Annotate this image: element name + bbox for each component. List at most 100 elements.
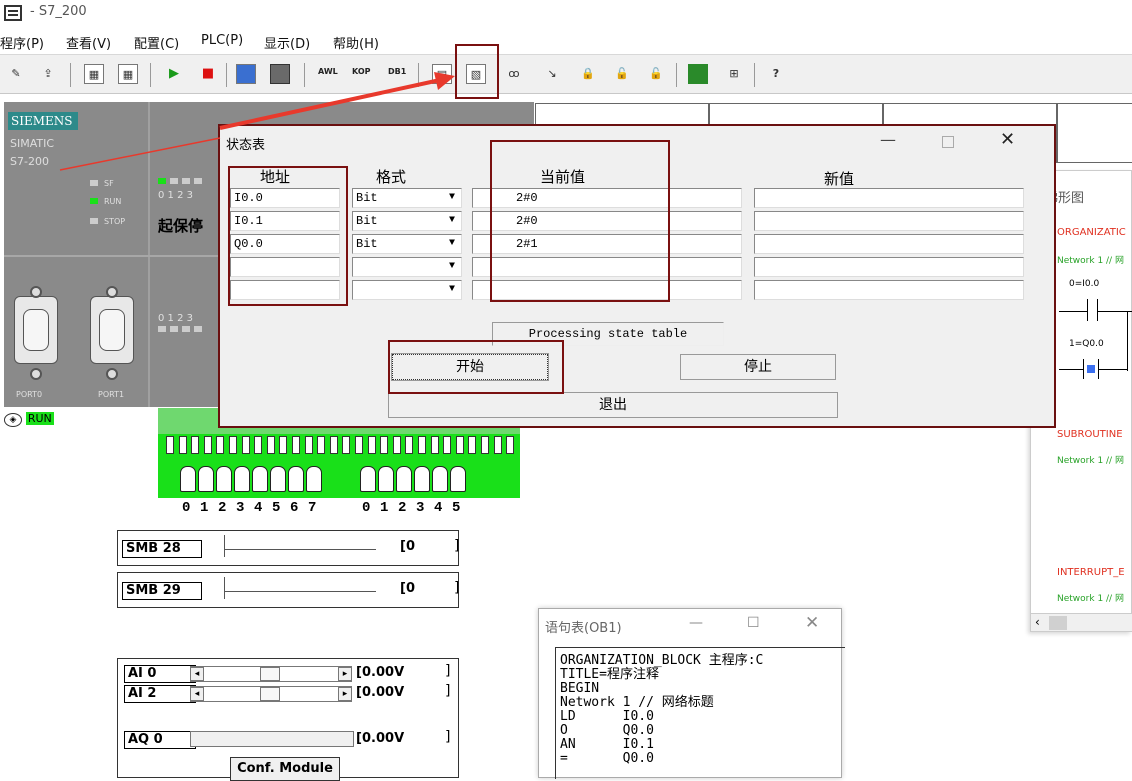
- td200-icon[interactable]: [688, 64, 708, 84]
- format-select[interactable]: ▼: [352, 280, 462, 300]
- input-led: [170, 178, 178, 184]
- exit-button[interactable]: 退出: [388, 392, 838, 418]
- ai2-scrollbar[interactable]: ◂ ▸: [190, 686, 352, 702]
- format-select[interactable]: Bit ▼: [352, 211, 462, 231]
- close-icon[interactable]: ✕: [805, 613, 819, 633]
- smb29-thumb[interactable]: [224, 577, 230, 599]
- load-program-icon[interactable]: ▦: [84, 64, 104, 84]
- dropdown-arrow-icon[interactable]: ▼: [443, 258, 461, 276]
- format-select[interactable]: Bit ▼: [352, 234, 462, 254]
- db1-button[interactable]: DB1: [388, 67, 406, 76]
- lock-icon[interactable]: 🔒: [578, 64, 598, 84]
- monitor-dark-icon[interactable]: [270, 64, 290, 84]
- ai0-thumb[interactable]: [260, 667, 280, 681]
- format-select[interactable]: Bit ▼: [352, 188, 462, 208]
- package-icon[interactable]: ⊞: [724, 64, 744, 84]
- port1-connector: [90, 296, 134, 364]
- new-value-cell[interactable]: [754, 188, 1024, 208]
- conf-module-button[interactable]: Conf. Module: [230, 757, 340, 781]
- stop-button[interactable]: 停止: [680, 354, 836, 380]
- close-icon[interactable]: ✕: [1000, 129, 1015, 150]
- run-icon[interactable]: ▶: [164, 64, 184, 84]
- dropdown-arrow-icon[interactable]: ▼: [443, 235, 461, 253]
- scroll-left-icon[interactable]: ‹: [1035, 615, 1040, 629]
- new-value-cell[interactable]: [754, 257, 1024, 277]
- pointer-icon[interactable]: ↘: [542, 64, 562, 84]
- ladder-hscrollbar[interactable]: ‹: [1031, 613, 1132, 631]
- new-value-cell[interactable]: [754, 280, 1024, 300]
- format-select-text: Bit: [356, 214, 378, 228]
- format-select-text: Bit: [356, 237, 378, 251]
- dropdown-arrow-icon[interactable]: ▼: [443, 281, 461, 299]
- stl-title: 语句表(OB1): [545, 621, 622, 636]
- ai2-bracket-right: ]: [445, 683, 451, 699]
- plc-model: S7-200: [10, 155, 49, 168]
- input-switch[interactable]: [306, 466, 322, 492]
- current-value-highlight: [490, 140, 670, 302]
- format-header: 格式: [376, 168, 407, 186]
- input-switch[interactable]: [288, 466, 304, 492]
- glasses-icon[interactable]: ꝏ: [504, 64, 524, 84]
- table-icon[interactable]: ▤: [432, 64, 452, 84]
- input-switch[interactable]: [450, 466, 466, 492]
- contact-label: 0=I0.0: [1069, 279, 1100, 289]
- dropdown-arrow-icon[interactable]: ▼: [443, 189, 461, 207]
- help-icon[interactable]: ?: [766, 64, 786, 84]
- stop-icon[interactable]: ■: [198, 64, 218, 84]
- maximize-icon[interactable]: ☐: [747, 615, 760, 631]
- dialog-title: 状态表: [226, 138, 266, 153]
- input-switch[interactable]: [216, 466, 232, 492]
- menu-config[interactable]: 配置(C): [134, 33, 179, 52]
- menu-program[interactable]: 程序(P): [0, 33, 44, 52]
- scroll-left-icon[interactable]: ◂: [190, 687, 204, 701]
- new-value-cell[interactable]: [754, 211, 1024, 231]
- input-switch[interactable]: [432, 466, 448, 492]
- smb28-thumb[interactable]: [224, 535, 230, 557]
- input-switch[interactable]: [270, 466, 286, 492]
- minimize-icon[interactable]: —: [880, 130, 896, 149]
- input-switch[interactable]: [396, 466, 412, 492]
- input-switch[interactable]: [234, 466, 250, 492]
- menu-help[interactable]: 帮助(H): [333, 33, 379, 52]
- format-select[interactable]: ▼: [352, 257, 462, 277]
- toolbar-separator: [150, 63, 151, 87]
- kop-button[interactable]: KOP: [352, 67, 371, 76]
- terminal-pin: [191, 436, 200, 454]
- toolbar: ✎ ⇪ ▦ ▦ ▶ ■ AWL KOP DB1 ▤ ▧ ꝏ ↘ 🔒 🔓 🔓 ⊞ …: [0, 54, 1132, 94]
- maximize-icon[interactable]: [942, 136, 954, 148]
- terminal-pin: [292, 436, 300, 454]
- ai0-scrollbar[interactable]: ◂ ▸: [190, 666, 352, 682]
- menu-plc[interactable]: PLC(P): [201, 33, 243, 48]
- new-value-cell[interactable]: [754, 234, 1024, 254]
- app-icon: [4, 5, 22, 21]
- menu-display[interactable]: 显示(D): [264, 33, 310, 52]
- dropdown-arrow-icon[interactable]: ▼: [443, 212, 461, 230]
- monitor-icon[interactable]: [236, 64, 256, 84]
- aq0-label: AQ 0: [124, 731, 196, 749]
- upload-icon[interactable]: ⇪: [38, 64, 58, 84]
- ai2-thumb[interactable]: [260, 687, 280, 701]
- input-switch[interactable]: [180, 466, 196, 492]
- scroll-left-icon[interactable]: ◂: [190, 667, 204, 681]
- stl-code-editor[interactable]: ORGANIZATION_BLOCK 主程序:C TITLE=程序注释 BEGIN N…: [555, 647, 845, 779]
- input-switch[interactable]: [198, 466, 214, 492]
- input-switch[interactable]: [252, 466, 268, 492]
- switch-number: 6: [290, 500, 299, 516]
- save-program-icon[interactable]: ▦: [118, 64, 138, 84]
- minimize-icon[interactable]: —: [689, 615, 703, 631]
- edit-icon[interactable]: ✎: [6, 64, 26, 84]
- scroll-thumb[interactable]: [1049, 616, 1067, 630]
- port0-label: PORT0: [16, 390, 43, 399]
- smb28-track[interactable]: [224, 549, 376, 550]
- input-switch[interactable]: [378, 466, 394, 492]
- scroll-right-icon[interactable]: ▸: [338, 667, 352, 681]
- unlock-icon[interactable]: 🔓: [612, 64, 632, 84]
- scroll-right-icon[interactable]: ▸: [338, 687, 352, 701]
- awl-button[interactable]: AWL: [318, 67, 338, 76]
- switch-number: 1: [380, 500, 389, 516]
- smb29-track[interactable]: [224, 591, 376, 592]
- input-switch[interactable]: [360, 466, 376, 492]
- input-switch[interactable]: [414, 466, 430, 492]
- unlock-up-icon[interactable]: 🔓: [646, 64, 666, 84]
- menu-view[interactable]: 查看(V): [66, 33, 111, 52]
